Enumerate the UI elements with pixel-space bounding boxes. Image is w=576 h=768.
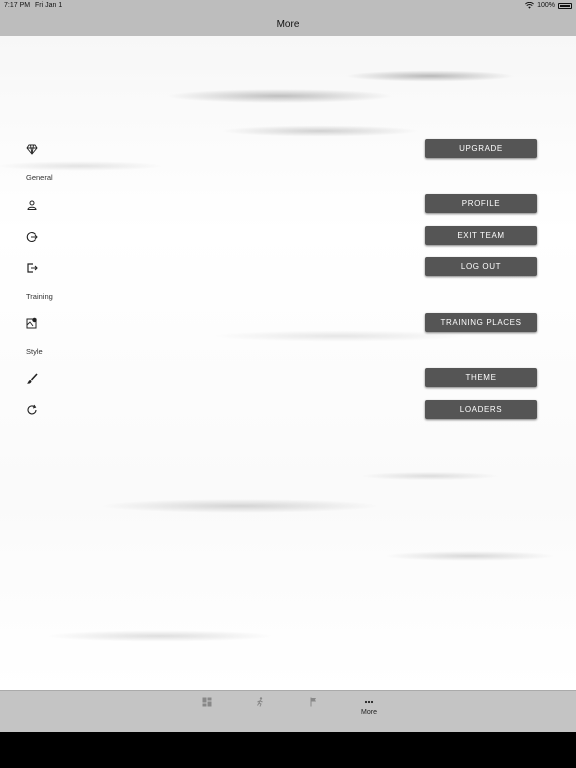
section-label-general: General [26,173,53,182]
more-content: UPGRADE General PROFILE EXIT TEAM LOG OU… [0,36,576,690]
logout-icon [26,262,38,274]
battery-percent: 100% [537,2,555,9]
diamond-icon [26,143,38,155]
status-bar: 7:17 PM Fri Jan 1 100% [0,0,576,12]
dashboard-icon [202,697,212,707]
tab-training[interactable] [245,697,275,727]
status-right: 100% [525,2,572,9]
home-indicator-area [0,732,576,768]
tab-dashboard[interactable] [192,697,222,727]
theme-button[interactable]: THEME [425,368,537,387]
person-icon [26,199,38,211]
profile-button[interactable]: PROFILE [425,194,537,213]
tab-more[interactable]: More [354,697,384,727]
nav-bar: More [0,12,576,36]
status-time: 7:17 PM [4,2,31,9]
battery-icon [558,2,572,9]
page-title: More [276,18,300,30]
exit-team-button[interactable]: EXIT TEAM [425,226,537,245]
flag-icon [310,697,316,707]
tab-bar: More [0,690,576,733]
wifi-icon [525,2,535,9]
map-pin-icon [26,317,38,329]
section-label-training: Training [26,292,53,301]
brush-icon [26,373,38,385]
more-icon [364,700,374,704]
tab-label-more: More [361,709,377,716]
section-label-style: Style [26,347,43,356]
training-places-button[interactable]: TRAINING PLACES [425,313,537,332]
upgrade-button[interactable]: UPGRADE [425,139,537,158]
status-date: Fri Jan 1 [35,2,63,9]
loaders-button[interactable]: LOADERS [425,400,537,419]
refresh-icon [26,404,38,416]
exit-team-icon [26,231,38,243]
log-out-button[interactable]: LOG OUT [425,257,537,276]
runner-icon [257,697,263,707]
tab-goals[interactable] [299,697,329,727]
